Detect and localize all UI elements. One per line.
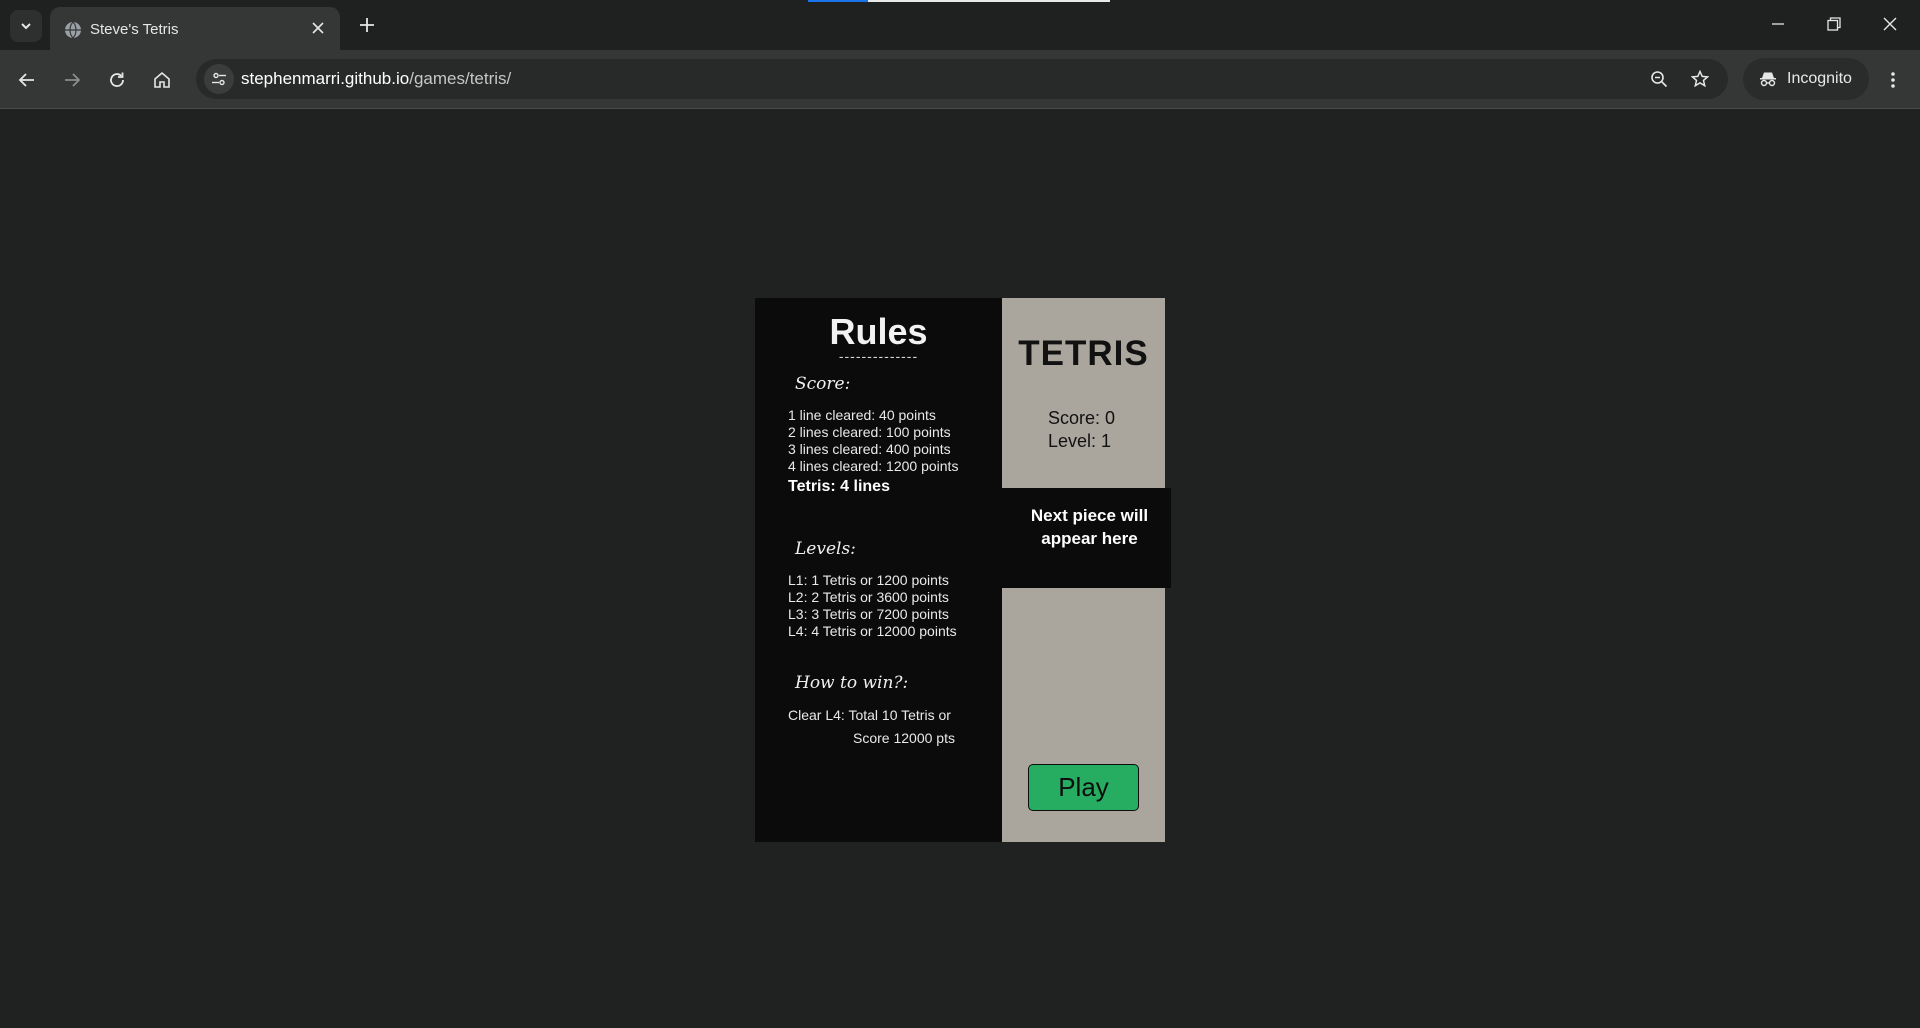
arrow-left-icon	[18, 73, 34, 87]
next-piece-message: Next piece will appear here	[1002, 504, 1177, 550]
score-display: Score: 0	[1048, 408, 1116, 428]
restore-button[interactable]	[1806, 0, 1862, 48]
kebab-menu-icon	[1891, 72, 1895, 88]
levels-heading: Levels:	[795, 539, 856, 559]
level-rule-3: L3: 3 Tetris or 7200 points	[788, 606, 949, 622]
score-rule-4: 4 lines cleared: 1200 points	[788, 458, 959, 474]
rules-panel: Rules -------------- Score: 1 line clear…	[755, 298, 1002, 842]
active-tab[interactable]: Steve's Tetris	[50, 7, 340, 50]
reload-button[interactable]	[100, 63, 134, 97]
url-text[interactable]: stephenmarri.github.io/games/tetris/	[241, 69, 511, 89]
browser-toolbar: stephenmarri.github.io/games/tetris/ Inc…	[0, 50, 1920, 109]
new-tab-button[interactable]	[352, 10, 382, 40]
next-piece-line-2: appear here	[1041, 529, 1138, 548]
incognito-profile-button[interactable]: Incognito	[1743, 58, 1869, 100]
url-path: /games/tetris/	[409, 69, 512, 88]
plus-icon	[360, 18, 374, 32]
next-piece-line-1: Next piece will	[1030, 506, 1149, 525]
level-display: Level: 1	[1048, 431, 1112, 451]
url-host: stephenmarri.github.io	[241, 69, 410, 88]
tetris-game: Rules -------------- Score: 1 line clear…	[755, 298, 1171, 842]
incognito-label: Incognito	[1787, 70, 1852, 87]
globe-icon	[65, 21, 81, 39]
score-rule-3: 3 lines cleared: 400 points	[788, 441, 951, 457]
star-icon	[1691, 70, 1709, 88]
next-piece-box: Next piece will appear here	[1002, 488, 1171, 588]
page-load-progress-fill	[808, 0, 868, 2]
close-icon	[1883, 17, 1897, 31]
score-heading: Score:	[795, 374, 851, 394]
close-window-button[interactable]	[1862, 0, 1918, 48]
site-info-button[interactable]	[204, 64, 234, 94]
incognito-icon	[1760, 72, 1776, 87]
back-button[interactable]	[10, 63, 44, 97]
home-icon	[154, 71, 170, 88]
minimize-icon	[1772, 23, 1784, 25]
zoom-out-icon	[1651, 71, 1668, 88]
arrow-right-icon	[65, 73, 81, 87]
close-icon	[312, 22, 324, 34]
win-heading: How to win?:	[795, 673, 909, 693]
score-rule-2: 2 lines cleared: 100 points	[788, 424, 951, 440]
reload-icon	[110, 72, 124, 87]
chevron-down-icon	[21, 23, 31, 30]
tune-icon	[212, 72, 226, 86]
zoom-button[interactable]	[1644, 64, 1674, 94]
game-panel: TETRIS Score: 0 Level: 1 Next piece will…	[1002, 298, 1171, 842]
level-rule-4: L4: 4 Tetris or 12000 points	[788, 623, 957, 639]
address-bar[interactable]: stephenmarri.github.io/games/tetris/	[196, 59, 1728, 99]
tab-close-button[interactable]	[308, 18, 328, 38]
minimize-button[interactable]	[1750, 0, 1806, 48]
play-button[interactable]: Play	[1028, 764, 1139, 811]
win-rule-line-2: Score 12000 pts	[853, 730, 955, 746]
game-title: TETRIS	[1018, 334, 1149, 373]
forward-button[interactable]	[55, 63, 89, 97]
level-rule-1: L1: 1 Tetris or 1200 points	[788, 572, 949, 588]
tetris-definition: Tetris: 4 lines	[788, 478, 890, 495]
restore-icon	[1827, 17, 1841, 31]
bookmark-button[interactable]	[1685, 64, 1715, 94]
home-button[interactable]	[145, 63, 179, 97]
tab-strip: Steve's Tetris	[0, 0, 1920, 50]
win-rule-line-1: Clear L4: Total 10 Tetris or	[788, 707, 951, 723]
level-rule-2: L2: 2 Tetris or 3600 points	[788, 589, 949, 605]
rules-divider: --------------	[838, 348, 919, 364]
score-rule-1: 1 line cleared: 40 points	[788, 407, 936, 423]
rules-title: Rules	[829, 311, 928, 352]
tab-search-button[interactable]	[10, 10, 42, 42]
browser-menu-button[interactable]	[1876, 63, 1910, 97]
tab-title: Steve's Tetris	[90, 21, 179, 38]
